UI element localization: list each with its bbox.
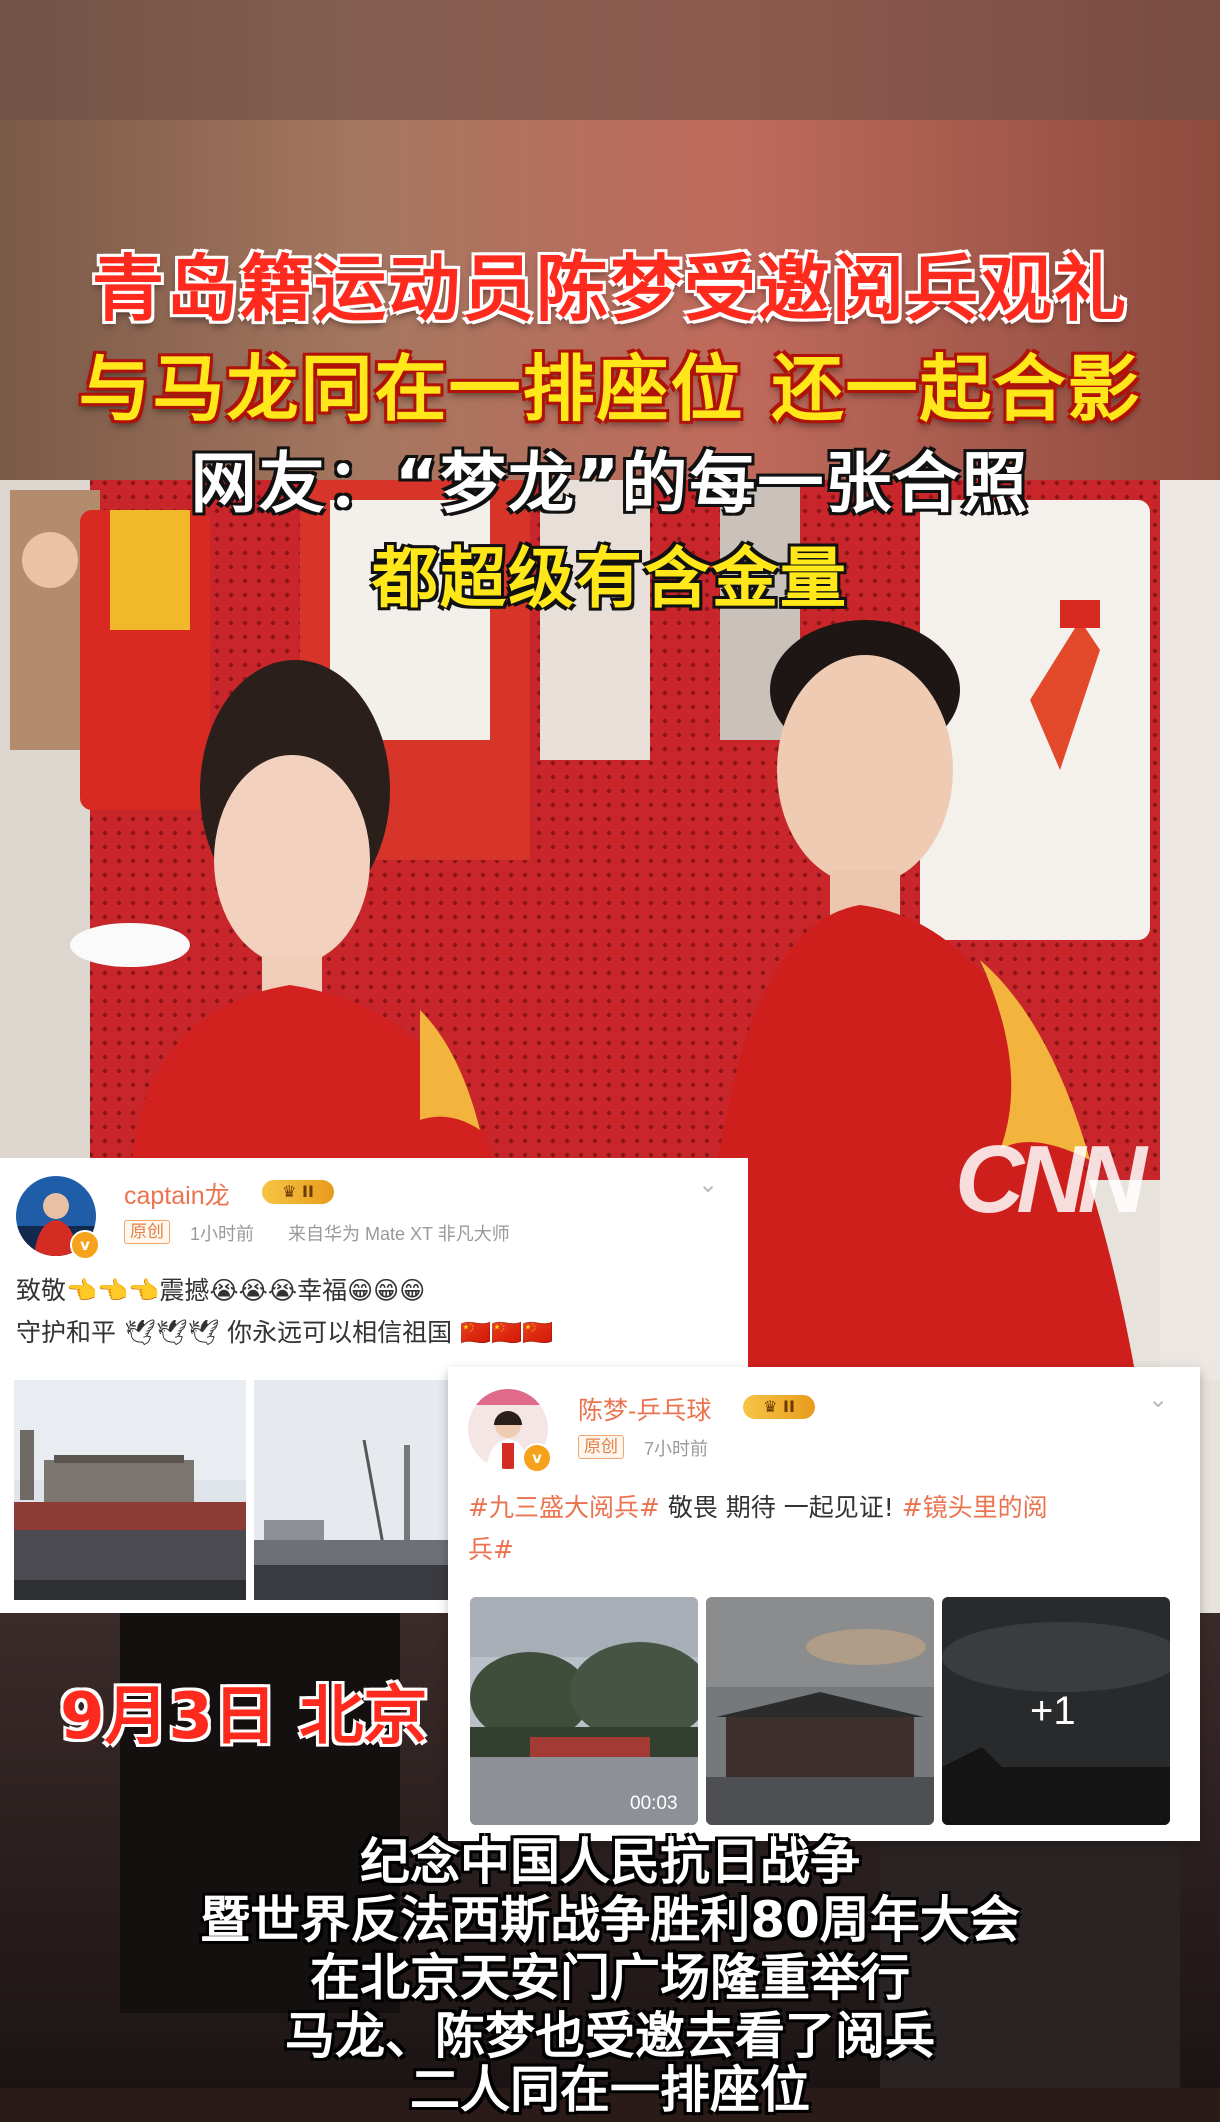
hashtag-link[interactable]: #镜头里的阅: [902, 1493, 1048, 1522]
headline-line-4: 都超级有含金量: [372, 540, 848, 617]
headline-line-1: 青岛籍运动员陈梦受邀阅兵观礼: [91, 247, 1128, 331]
chevron-down-icon[interactable]: ⌄: [698, 1170, 718, 1198]
tiananmen-square-photo: [14, 1380, 246, 1600]
text-segment: 敬畏 期待 一起见证!: [659, 1493, 902, 1522]
text-segment: 你永远可以相信祖国: [227, 1318, 453, 1347]
verified-badge-icon: v: [70, 1230, 100, 1260]
headline-line-3: 网友：“梦龙”的每一张合照: [190, 445, 1030, 522]
text-segment: 幸福: [297, 1276, 348, 1305]
username[interactable]: 陈梦-乒乓球: [578, 1391, 711, 1427]
vip-level: II: [302, 1182, 314, 1201]
text-segment: 守护和平: [16, 1318, 117, 1347]
video-thumbnail[interactable]: 00:03: [470, 1597, 698, 1825]
vip-crown-badge: ♛ II: [262, 1180, 334, 1204]
hashtag-link-continued[interactable]: 兵#: [468, 1535, 514, 1564]
hashtag-link[interactable]: #九三盛大阅兵#: [468, 1493, 660, 1522]
text-segment: 震撼: [159, 1276, 210, 1305]
post-time: 7小时前: [644, 1439, 709, 1459]
crown-icon: ♛: [282, 1182, 297, 1201]
dove-emoji-icon: 🕊🕊🕊: [123, 1318, 220, 1347]
original-tag: 原创: [578, 1435, 624, 1459]
post-body: 致敬👈👈👈震撼😭😭😭幸福😁😁😁 守护和平 🕊🕊🕊 你永远可以相信祖国 🇨🇳🇨🇳🇨…: [16, 1270, 736, 1354]
post-line-2: 守护和平 🕊🕊🕊 你永远可以相信祖国 🇨🇳🇨🇳🇨🇳: [16, 1312, 736, 1354]
post-body: #九三盛大阅兵# 敬畏 期待 一起见证! #镜头里的阅 兵#: [468, 1487, 1168, 1571]
crying-emoji-icon: 😭😭😭: [209, 1276, 298, 1305]
text-segment: 致敬: [16, 1276, 67, 1305]
video-duration: 00:03: [630, 1793, 678, 1814]
tree-lined-avenue-photo: [470, 1597, 698, 1825]
weibo-post-chen-meng[interactable]: v 陈梦-乒乓球 ♛ II 原创 7小时前 ⌄ #九三盛大阅兵# 敬畏 期待 一…: [448, 1367, 1200, 1841]
post-time: 1小时前: [190, 1224, 255, 1244]
grin-emoji-icon: 😁😁😁: [347, 1276, 426, 1305]
chevron-down-icon[interactable]: ⌄: [1148, 1385, 1168, 1413]
post-image-3[interactable]: +1: [942, 1597, 1170, 1825]
verified-badge-icon: v: [522, 1443, 552, 1473]
vip-crown-badge: ♛ II: [743, 1395, 815, 1419]
headline-line-2: 与马龙同在一排座位 还一起合影: [78, 347, 1142, 431]
post-image-2[interactable]: [254, 1380, 448, 1600]
subtitle-line: 二人同在一排座位: [410, 2061, 810, 2119]
forbidden-city-gate-photo: [706, 1597, 934, 1825]
post-source: 来自华为 Mate XT 非凡大师: [288, 1224, 510, 1244]
cnn-watermark: CNN: [955, 1126, 1147, 1233]
pointing-hand-emoji-icon: 👈👈👈: [66, 1276, 160, 1305]
username[interactable]: captain龙: [124, 1176, 230, 1212]
china-flag-emoji-icon: 🇨🇳🇨🇳🇨🇳: [460, 1318, 554, 1347]
crown-icon: ♛: [763, 1397, 778, 1416]
post-line-1: 致敬👈👈👈震撼😭😭😭幸福😁😁😁: [16, 1270, 736, 1312]
location-caption: 9月3日 北京: [60, 1680, 428, 1754]
more-images-count: +1: [1030, 1689, 1076, 1733]
post-image-1[interactable]: [14, 1380, 246, 1600]
parade-photo: [254, 1380, 448, 1600]
post-image-2[interactable]: [706, 1597, 934, 1825]
vip-level: II: [783, 1397, 795, 1416]
original-tag: 原创: [124, 1220, 170, 1244]
